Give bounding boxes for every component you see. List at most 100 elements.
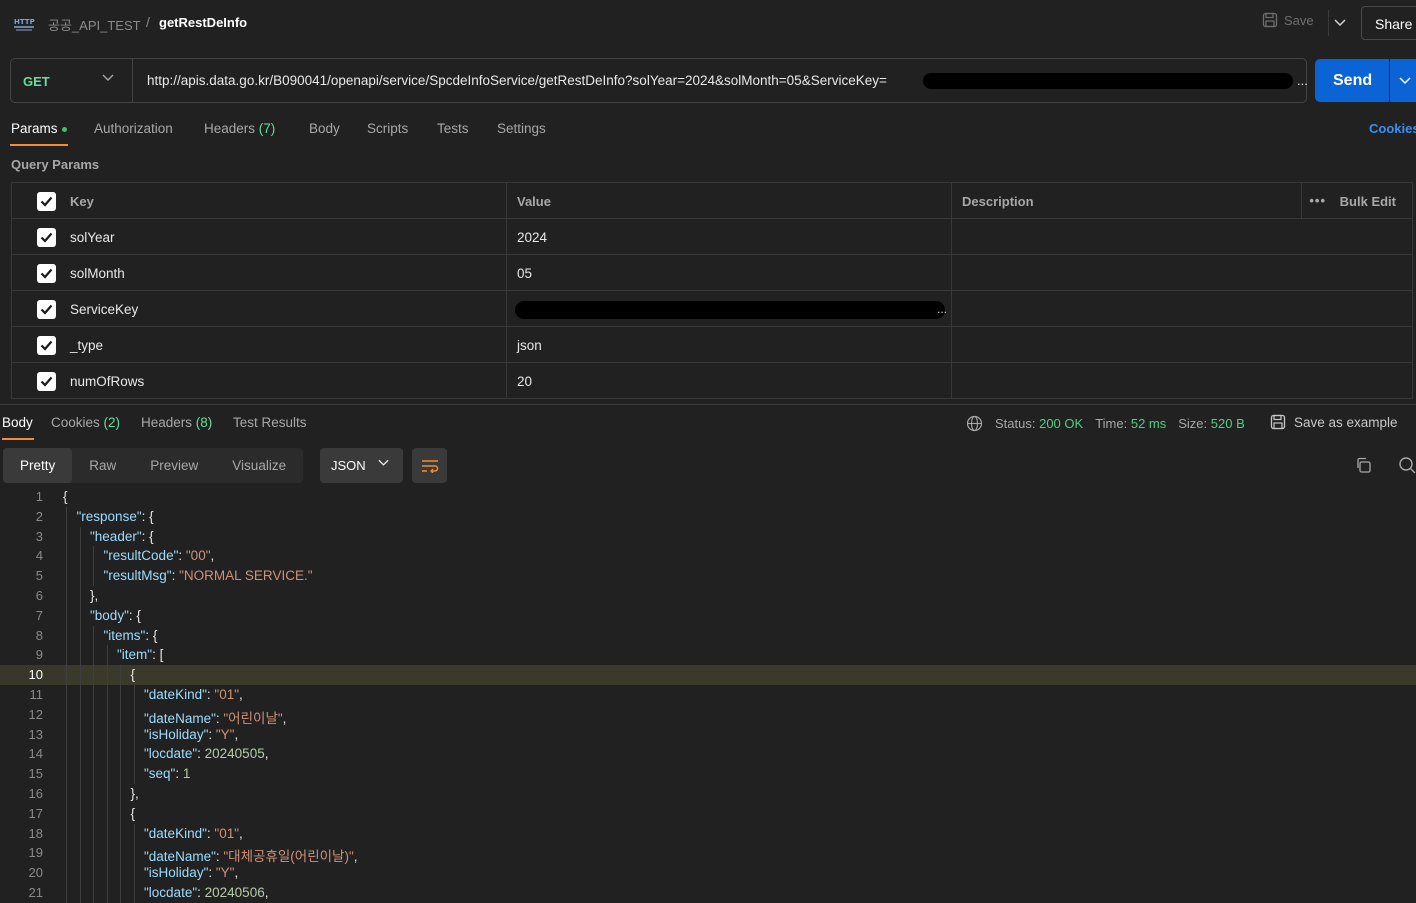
param-key[interactable]: _type (70, 327, 506, 362)
indent-guide (79, 665, 81, 685)
tab-body[interactable]: Body (309, 121, 340, 136)
indent-guide (66, 526, 67, 547)
param-description[interactable] (951, 219, 1413, 254)
save-icon (1270, 414, 1286, 430)
copy-icon[interactable] (1355, 457, 1372, 474)
row-checkbox[interactable] (37, 228, 56, 247)
send-options-button[interactable] (1390, 59, 1416, 102)
code-line: 13 "isHoliday": "Y", (0, 724, 1416, 745)
json-number: 20240506 (204, 884, 265, 900)
indent-guide (66, 585, 67, 606)
indent-guide (93, 803, 94, 824)
param-value[interactable]: 2024 (506, 219, 951, 254)
chevron-down-icon (102, 74, 114, 81)
view-raw-button[interactable]: Raw (72, 448, 133, 483)
param-value[interactable]: json (506, 327, 951, 362)
save-as-example-button[interactable]: Save as example (1270, 414, 1398, 430)
cookies-link[interactable]: Cookies (1369, 121, 1416, 136)
json-punctuation: , (210, 548, 215, 564)
line-number: 7 (35, 607, 43, 623)
param-description[interactable] (951, 291, 1413, 326)
param-key[interactable]: ServiceKey (70, 291, 506, 326)
search-icon[interactable] (1398, 456, 1416, 474)
method-label: GET (23, 74, 50, 89)
wrap-lines-button[interactable] (412, 448, 447, 483)
row-checkbox[interactable] (37, 264, 56, 283)
response-tab-body[interactable]: Body (2, 415, 33, 430)
view-mode-segment: Pretty Raw Preview Visualize (3, 448, 304, 483)
save-button[interactable]: Save (1262, 12, 1314, 28)
save-as-example-label: Save as example (1294, 414, 1398, 430)
code-text: "header": { (90, 529, 154, 544)
code-line: 17 { (0, 803, 1416, 824)
view-preview-button[interactable]: Preview (133, 448, 215, 483)
indent-guide (120, 704, 121, 725)
code-line: 14 "locdate": 20240505, (0, 744, 1416, 765)
indent-guide (79, 585, 81, 606)
response-body-code[interactable]: 1{2 "response": {3 "header": {4 "resultCode… (0, 487, 1416, 903)
json-punctuation: : (197, 884, 205, 900)
row-checkbox[interactable] (37, 372, 56, 391)
globe-icon[interactable] (966, 415, 983, 432)
save-options-button[interactable] (1328, 10, 1350, 36)
status-label: Status: (995, 416, 1036, 431)
share-button[interactable]: Share (1361, 6, 1416, 40)
row-checkbox[interactable] (37, 336, 56, 355)
line-number: 5 (35, 568, 43, 584)
tab-settings[interactable]: Settings (497, 121, 546, 136)
tab-tests[interactable]: Tests (437, 121, 469, 136)
line-number: 1 (35, 489, 43, 504)
wrap-lines-icon (421, 459, 438, 473)
json-punctuation: , (239, 825, 243, 841)
send-button[interactable]: Send (1315, 59, 1389, 102)
tab-authorization[interactable]: Authorization (94, 121, 173, 136)
indent-guide (106, 843, 108, 864)
row-checkbox[interactable] (37, 300, 56, 319)
time-text[interactable]: Time: 52 ms (1095, 416, 1166, 431)
json-key: "isHoliday" (144, 726, 209, 742)
size-value: 520 B (1210, 416, 1245, 431)
code-line: 15 "seq": 1 (0, 764, 1416, 784)
line-number: 12 (28, 706, 43, 722)
tab-headers[interactable]: Headers (7) (204, 121, 275, 136)
param-description[interactable] (951, 327, 1413, 362)
method-selector[interactable]: GET (11, 59, 133, 102)
param-key[interactable]: numOfRows (70, 363, 506, 398)
response-tab-test-results[interactable]: Test Results (233, 415, 307, 430)
chevron-down-icon (378, 459, 389, 466)
param-value[interactable]: 05 (506, 255, 951, 290)
json-key: "dateName" (144, 710, 216, 726)
tab-params[interactable]: Params (11, 121, 67, 136)
tab-scripts[interactable]: Scripts (367, 121, 408, 136)
param-description[interactable] (951, 363, 1413, 398)
view-visualize-button[interactable]: Visualize (215, 448, 303, 483)
indent-guide (106, 803, 108, 824)
bulk-edit-button[interactable]: Bulk Edit (1340, 194, 1396, 209)
response-tab-headers[interactable]: Headers (8) (141, 415, 212, 430)
indent-guide (120, 803, 121, 824)
param-value[interactable]: ... (506, 291, 951, 326)
param-key[interactable]: solYear (70, 219, 506, 254)
more-options-icon[interactable]: ••• (1309, 193, 1326, 208)
response-tab-cookies[interactable]: Cookies (2) (51, 415, 120, 430)
status-text[interactable]: Status: 200 OK (995, 416, 1083, 431)
code-line: 5 "resultMsg": "NORMAL SERVICE." (0, 566, 1416, 586)
indent-guide (133, 882, 135, 903)
size-text[interactable]: Size: 520 B (1178, 416, 1245, 431)
line-number: 13 (28, 726, 43, 742)
indent-guide (93, 843, 94, 864)
format-select[interactable]: JSON (320, 448, 403, 483)
json-punctuation: : (175, 766, 183, 782)
param-key[interactable]: solMonth (70, 255, 506, 290)
breadcrumb-collection[interactable]: 공공_API_TEST (48, 15, 141, 34)
param-description[interactable] (951, 255, 1413, 290)
json-punctuation: : (208, 726, 216, 742)
select-all-checkbox[interactable] (37, 192, 56, 211)
query-params-title: Query Params (11, 157, 100, 172)
json-punctuation: : { (145, 627, 158, 643)
param-value[interactable]: 20 (506, 363, 951, 398)
view-pretty-button[interactable]: Pretty (3, 448, 73, 483)
code-line: 10 { (0, 665, 1416, 685)
request-name[interactable]: getRestDeInfo (159, 15, 247, 30)
indent-guide (93, 645, 94, 666)
